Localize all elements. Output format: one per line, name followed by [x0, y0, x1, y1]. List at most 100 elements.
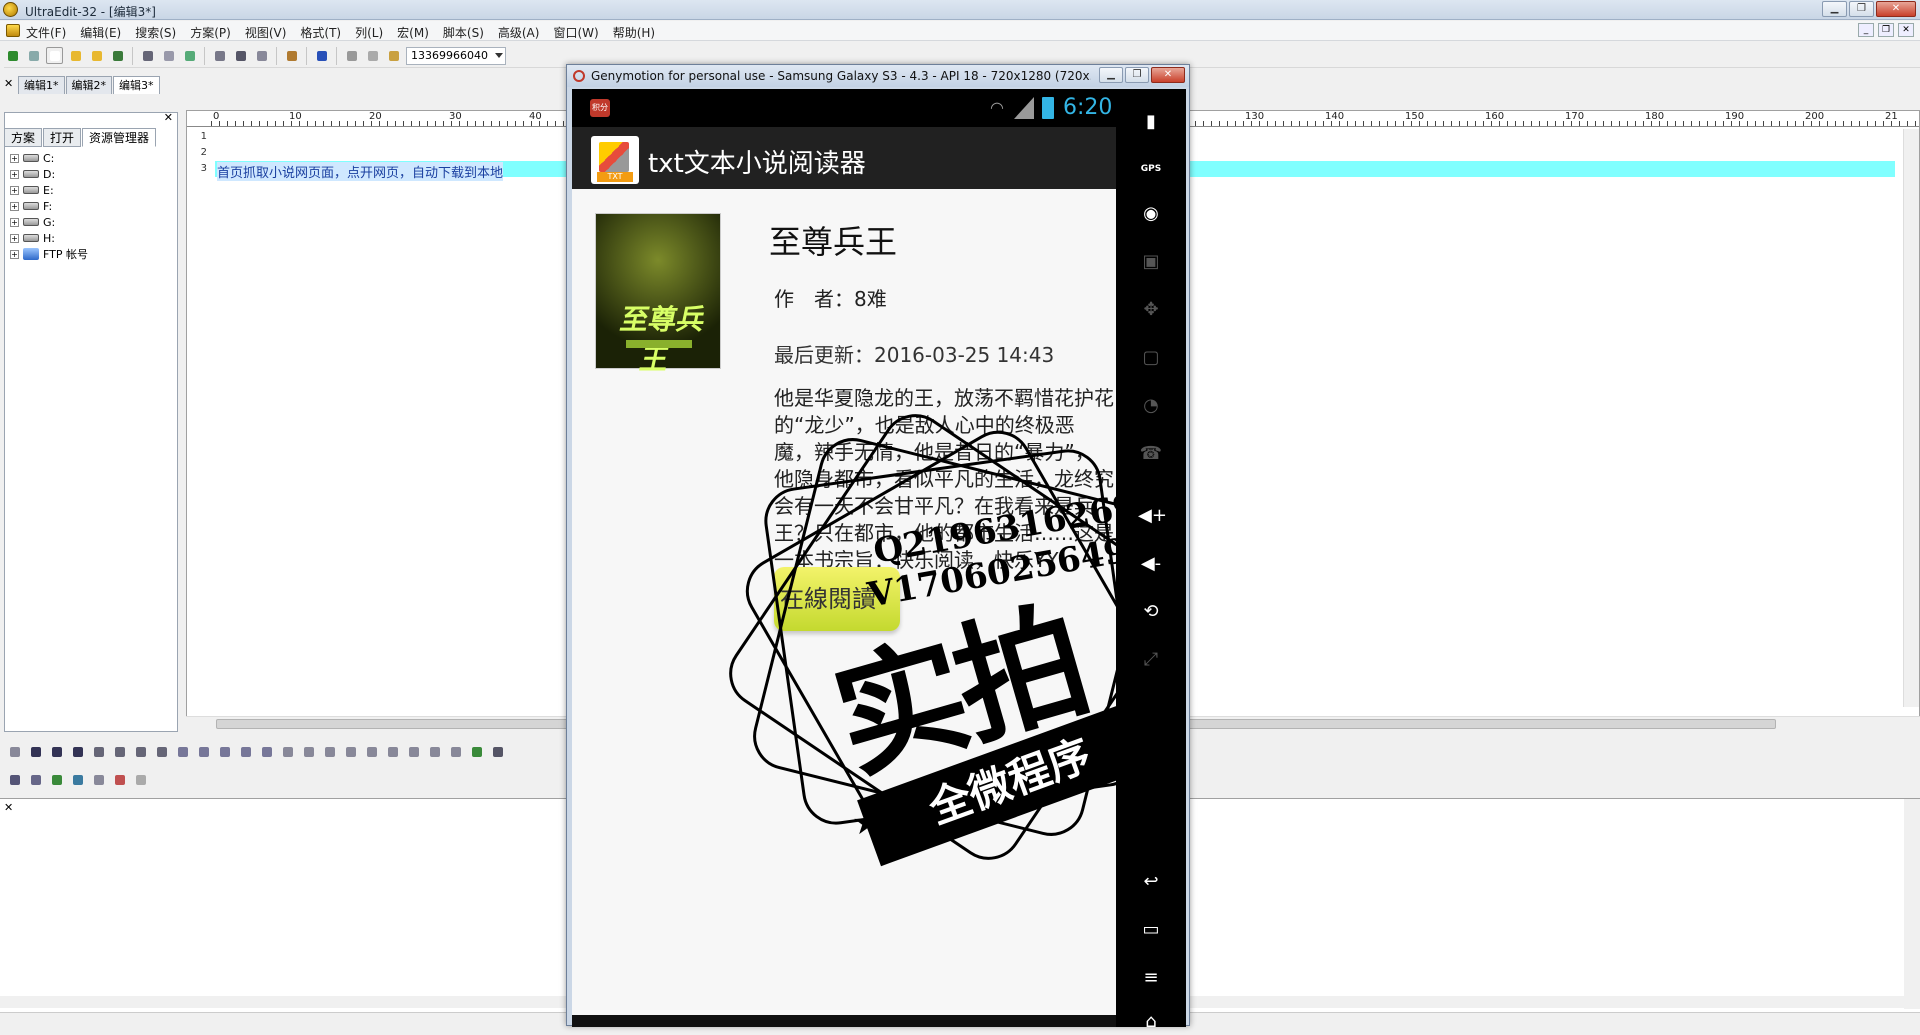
paragraph-icon[interactable]	[174, 743, 191, 760]
vertical-scrollbar[interactable]	[1903, 129, 1919, 707]
rotate-icon[interactable]: ⟲	[1138, 599, 1164, 625]
save-icon[interactable]	[109, 47, 126, 64]
rule-icon[interactable]	[300, 743, 317, 760]
tab-open[interactable]: 打开	[43, 128, 82, 147]
forward-arrow-icon[interactable]	[25, 47, 42, 64]
font-icon[interactable]	[153, 743, 170, 760]
video-icon[interactable]: ▣	[1138, 249, 1164, 275]
volume-up-icon[interactable]: ◀+	[1138, 503, 1167, 529]
book-cover[interactable]: 至尊兵王	[595, 213, 721, 376]
maximize-button[interactable]: ❐	[1125, 67, 1149, 83]
restore-button[interactable]: ❐	[1849, 1, 1874, 17]
menu-edit[interactable]: 编辑(E)	[80, 24, 121, 41]
tree-item-h[interactable]: + H:	[10, 230, 88, 246]
open-recent-icon[interactable]	[88, 47, 105, 64]
cut-icon[interactable]	[343, 47, 360, 64]
numbered-list-icon[interactable]	[132, 743, 149, 760]
close-panel-icon[interactable]: ✕	[164, 111, 173, 124]
settings-icon[interactable]	[132, 771, 149, 788]
menu-advanced[interactable]: 高级(A)	[498, 24, 540, 41]
minimize-button[interactable]: ▁	[1099, 67, 1123, 83]
form-icon[interactable]	[279, 743, 296, 760]
chevron-down-icon[interactable]	[495, 52, 503, 58]
tab-edit2[interactable]: 编辑2*	[65, 76, 112, 94]
justify-icon[interactable]	[258, 743, 275, 760]
underline-icon[interactable]	[69, 743, 86, 760]
expand-icon[interactable]: +	[10, 201, 19, 211]
tree-item-ftp[interactable]: + FTP 帐号	[10, 246, 88, 262]
battery-icon[interactable]: ▮	[1138, 109, 1164, 135]
button-icon[interactable]	[363, 743, 380, 760]
columns-icon[interactable]	[253, 47, 270, 64]
menu-project[interactable]: 方案(P)	[190, 24, 231, 41]
menu-script[interactable]: 脚本(S)	[443, 24, 484, 41]
bullet-list-icon[interactable]	[111, 743, 128, 760]
menu-macro[interactable]: 宏(M)	[397, 24, 429, 41]
list-icon[interactable]	[232, 47, 249, 64]
page-icon[interactable]	[211, 47, 228, 64]
recent-apps-icon[interactable]: ▭	[1138, 917, 1164, 943]
menu-search[interactable]: 搜索(S)	[135, 24, 176, 41]
expand-icon[interactable]: +	[10, 217, 19, 227]
back-icon[interactable]: ↩	[1138, 869, 1164, 895]
radio-icon[interactable]	[426, 743, 443, 760]
print-icon[interactable]	[139, 47, 156, 64]
input-icon[interactable]	[342, 743, 359, 760]
tab-edit3[interactable]: 编辑3*	[113, 76, 160, 94]
close-button[interactable]: ✕	[1151, 67, 1185, 83]
center-icon[interactable]	[237, 743, 254, 760]
globe-icon[interactable]	[313, 47, 330, 64]
menu-format[interactable]: 格式(T)	[300, 24, 341, 41]
dpad-icon[interactable]: ✥	[1138, 297, 1164, 323]
tree-item-c[interactable]: + C:	[10, 150, 88, 166]
italic-icon[interactable]	[48, 743, 65, 760]
select-icon[interactable]	[384, 743, 401, 760]
back-arrow-icon[interactable]	[4, 47, 21, 64]
expand-icon[interactable]: +	[10, 233, 19, 243]
scale-icon[interactable]: ⤢	[1138, 647, 1164, 673]
home-icon[interactable]: ⌂	[1138, 1009, 1164, 1035]
menu-column[interactable]: 列(L)	[355, 24, 383, 41]
mdi-minimize-button[interactable]: _	[1858, 23, 1874, 37]
image-icon[interactable]	[468, 743, 485, 760]
new-file-icon[interactable]	[46, 47, 63, 64]
table-icon[interactable]	[321, 743, 338, 760]
anchor-icon[interactable]	[489, 743, 506, 760]
expand-icon[interactable]: +	[10, 249, 19, 259]
open-folder-icon[interactable]	[67, 47, 84, 64]
menu-icon[interactable]: ≡	[1138, 965, 1164, 991]
gps-icon[interactable]: GPS	[1138, 153, 1164, 179]
read-online-button[interactable]: 在線閱讀	[774, 567, 900, 631]
window-icon[interactable]	[69, 771, 86, 788]
paste-icon[interactable]	[385, 47, 402, 64]
minimize-button[interactable]: ▁	[1822, 1, 1847, 17]
tree-item-g[interactable]: + G:	[10, 214, 88, 230]
mdi-restore-button[interactable]: ❐	[1878, 23, 1894, 37]
document-icon[interactable]	[6, 24, 20, 37]
copy-icon[interactable]	[364, 47, 381, 64]
menu-file[interactable]: 文件(F)	[26, 24, 66, 41]
menu-help[interactable]: 帮助(H)	[613, 24, 655, 41]
grid-icon[interactable]	[6, 771, 23, 788]
checkbox-icon[interactable]	[405, 743, 422, 760]
volume-down-icon[interactable]: ◀-	[1138, 551, 1164, 577]
print-preview-icon[interactable]	[160, 47, 177, 64]
tree-item-e[interactable]: + E:	[10, 182, 88, 198]
camera-icon[interactable]: ◉	[1138, 201, 1164, 227]
bold-icon[interactable]	[27, 743, 44, 760]
tools-icon[interactable]	[111, 771, 128, 788]
rss-icon[interactable]: ◔	[1138, 393, 1164, 419]
tab-explorer[interactable]: 资源管理器	[82, 128, 157, 147]
expand-icon[interactable]: +	[10, 169, 19, 179]
menu-window[interactable]: 窗口(W)	[553, 24, 598, 41]
search-combo[interactable]: 13369966040	[406, 46, 506, 65]
export-icon[interactable]	[181, 47, 198, 64]
phone-screen[interactable]: 积分 ◠ 6:20 TXT txt文本小说阅读器 至尊兵王 至尊兵王 作 者：8…	[572, 89, 1188, 1027]
expand-icon[interactable]: +	[10, 185, 19, 195]
output-vertical-scrollbar[interactable]	[1904, 799, 1920, 1009]
tree-item-f[interactable]: + F:	[10, 198, 88, 214]
id-icon[interactable]: ▢	[1138, 345, 1164, 371]
tab-edit1[interactable]: 编辑1*	[18, 76, 65, 94]
tree-item-d[interactable]: + D:	[10, 166, 88, 182]
check-icon[interactable]	[48, 771, 65, 788]
